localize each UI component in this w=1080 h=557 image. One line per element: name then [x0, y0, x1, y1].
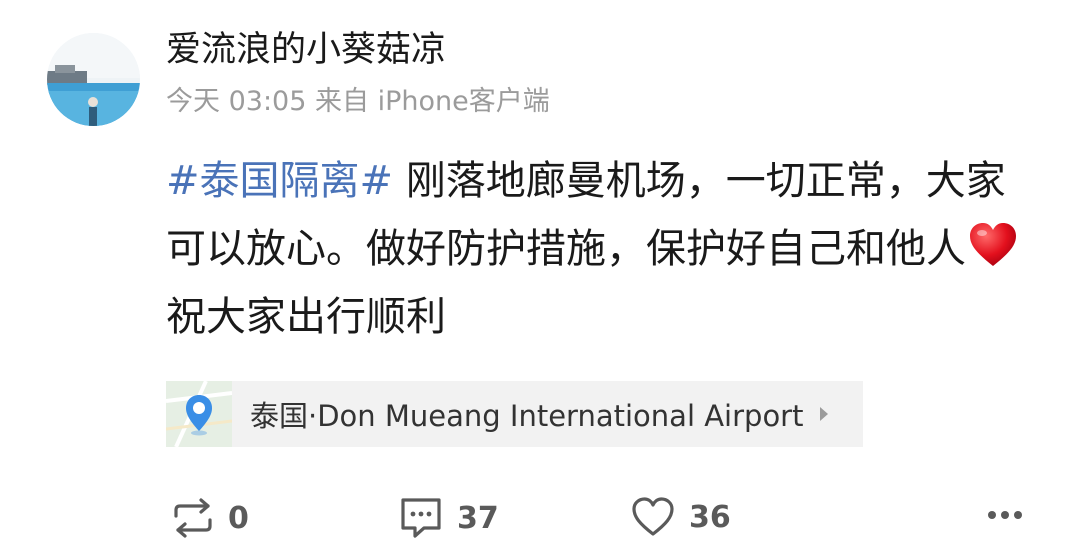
- hashtag-link[interactable]: #泰国隔离#: [166, 158, 393, 204]
- comment-count: 37: [457, 500, 499, 536]
- post-meta: 今天 03:05 来自 iPhone客户端: [166, 84, 550, 120]
- repost-count: 0: [228, 500, 249, 536]
- chevron-right-icon: [820, 407, 829, 421]
- repost-icon: [174, 498, 212, 538]
- like-count: 36: [689, 499, 731, 535]
- location-card[interactable]: 泰国·Don Mueang International Airport: [166, 381, 863, 447]
- avatar-image: [47, 33, 140, 126]
- more-dots-icon: [988, 511, 1022, 519]
- comment-icon: [401, 498, 441, 538]
- post-text-part2: 祝大家出行顺利: [166, 294, 446, 340]
- more-button[interactable]: [987, 510, 1023, 520]
- red-heart-icon: [968, 222, 1018, 268]
- action-bar: 0 37 36: [0, 492, 1080, 546]
- like-button[interactable]: 36: [631, 497, 731, 537]
- post-source[interactable]: 来自 iPhone客户端: [315, 86, 550, 117]
- avatar[interactable]: [47, 33, 140, 126]
- comment-button[interactable]: 37: [399, 496, 499, 540]
- location-label: 泰国·Don Mueang International Airport: [250, 399, 804, 433]
- author-name[interactable]: 爱流浪的小葵菇凉: [166, 27, 446, 73]
- heart-outline-icon: [632, 497, 674, 536]
- post-time: 今天 03:05: [166, 86, 307, 117]
- post-body: #泰国隔离# 刚落地廊曼机场，一切正常，大家可以放心。做好防护措施，保护好自己和…: [166, 147, 1036, 351]
- repost-button[interactable]: 0: [172, 498, 249, 538]
- map-pin-icon: [166, 381, 232, 447]
